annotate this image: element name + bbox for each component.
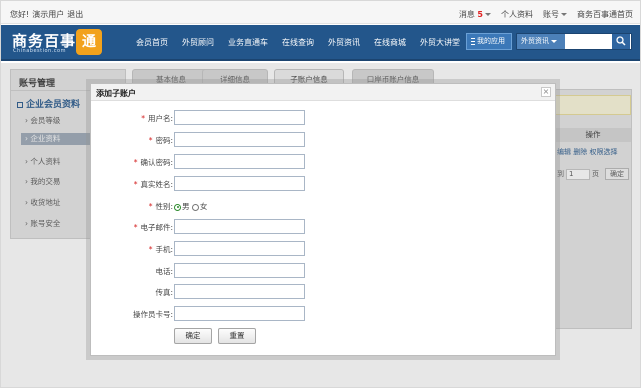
- confirm-button[interactable]: 确定: [174, 328, 212, 344]
- site-logo[interactable]: 商务百事 Chinabestion.com 通: [12, 29, 102, 56]
- username-input[interactable]: [174, 110, 305, 125]
- close-icon[interactable]: ×: [541, 87, 551, 97]
- form-row-confirm-password: * 确认密码:: [91, 154, 555, 170]
- gender-male-option[interactable]: 男: [174, 202, 190, 211]
- label-text: 确认密码:: [140, 158, 173, 167]
- logo-domain: Chinabestion.com: [13, 48, 66, 54]
- main-header: 商务百事 Chinabestion.com 通 会员首页 外贸顾问 业务直通车 …: [0, 25, 641, 61]
- chevron-down-icon: [485, 13, 491, 16]
- my-apps-button[interactable]: 我的应用: [466, 33, 512, 50]
- messages-label: 消息: [458, 10, 475, 19]
- email-label: * 电子邮件:: [134, 222, 173, 233]
- required-mark: *: [148, 202, 153, 211]
- top-links: 消息 5 个人资料 账号 商务百事通首页: [459, 10, 633, 20]
- label-text: 手机:: [155, 245, 173, 254]
- label-text: 性别:: [155, 202, 173, 211]
- chevron-down-icon: [561, 13, 567, 16]
- profile-link[interactable]: 个人资料: [501, 10, 533, 20]
- search-box[interactable]: 外贸资讯: [516, 33, 632, 50]
- homepage-link[interactable]: 商务百事通首页: [577, 10, 633, 20]
- radio-unchecked-icon: [191, 203, 199, 211]
- logout-link[interactable]: 退出: [67, 10, 83, 19]
- radio-checked-icon: [174, 203, 181, 211]
- gender-male-label: 男: [182, 202, 190, 211]
- operator-card-input[interactable]: [174, 306, 305, 321]
- messages-count: 5: [477, 10, 483, 19]
- label-text: 用户名:: [147, 114, 173, 123]
- required-mark: *: [148, 245, 153, 254]
- real-name-input[interactable]: [174, 176, 305, 191]
- chevron-down-icon: [551, 39, 557, 43]
- password-input[interactable]: [174, 132, 305, 147]
- confirm-password-label: * 确认密码:: [134, 157, 173, 168]
- messages-link[interactable]: 消息 5: [459, 10, 491, 20]
- add-sub-account-dialog: 添加子账户 × * 用户名: * 密码: * 确认密码: * 真实姓名: * 性别: 男 …: [90, 83, 556, 356]
- search-category-select[interactable]: 外贸资讯: [517, 34, 565, 49]
- greeting-text: 您好!: [10, 10, 30, 19]
- required-mark: *: [141, 114, 145, 123]
- label-text: 传真:: [155, 288, 173, 297]
- mobile-label: * 手机:: [149, 244, 173, 255]
- label-text: 电子邮件:: [140, 223, 173, 232]
- gender-radio-group: 男 女: [174, 201, 207, 212]
- dialog-title: 添加子账户: [96, 89, 136, 98]
- required-mark: *: [148, 136, 153, 145]
- greeting: 您好! 演示用户 退出: [10, 10, 86, 20]
- nav-item-business-express[interactable]: 业务直通车: [228, 38, 268, 48]
- logo-badge: 通: [76, 29, 102, 55]
- fax-input[interactable]: [174, 284, 305, 299]
- label-text: 真实姓名:: [140, 180, 173, 189]
- operator-card-label: 操作员卡号:: [133, 309, 173, 320]
- form-row-email: * 电子邮件:: [91, 219, 555, 235]
- label-text: 操作员卡号:: [132, 310, 173, 319]
- form-row-username: * 用户名:: [91, 110, 555, 126]
- top-utility-bar: 您好! 演示用户 退出 消息 5 个人资料 账号 商务百事通首页: [0, 0, 641, 24]
- nav-item-member-home[interactable]: 会员首页: [136, 38, 168, 48]
- email-input[interactable]: [174, 219, 305, 234]
- search-category-label: 外贸资讯: [521, 37, 549, 45]
- search-button[interactable]: [612, 34, 630, 49]
- nav-item-trade-lecture[interactable]: 外贸大讲堂: [420, 38, 460, 48]
- nav-item-trade-advisor[interactable]: 外贸顾问: [182, 38, 214, 48]
- gender-female-option[interactable]: 女: [191, 202, 208, 211]
- label-text: 密码:: [155, 136, 173, 145]
- search-icon: [616, 36, 626, 46]
- form-row-fax: 传真:: [91, 284, 555, 300]
- phone-input[interactable]: [174, 263, 305, 278]
- dialog-header: 添加子账户 ×: [91, 84, 555, 101]
- required-mark: *: [133, 158, 138, 167]
- phone-label: 电话:: [155, 266, 173, 277]
- form-row-password: * 密码:: [91, 132, 555, 148]
- username-label: * 用户名:: [141, 113, 173, 124]
- mobile-input[interactable]: [174, 241, 305, 256]
- real-name-label: * 真实姓名:: [134, 179, 173, 190]
- user-name[interactable]: 演示用户: [32, 10, 64, 19]
- form-row-gender: * 性别: 男 女: [91, 198, 555, 214]
- account-label: 账号: [543, 10, 559, 19]
- required-mark: *: [133, 180, 138, 189]
- label-text: 电话:: [155, 267, 173, 276]
- account-menu[interactable]: 账号: [543, 10, 567, 20]
- required-mark: *: [133, 223, 138, 232]
- main-nav: 会员首页 外贸顾问 业务直通车 在线查询 外贸资讯 在线商城 外贸大讲堂: [136, 38, 460, 48]
- my-apps-label: 我的应用: [477, 37, 505, 45]
- menu-icon: [471, 37, 475, 45]
- form-row-real-name: * 真实姓名:: [91, 176, 555, 192]
- form-row-mobile: * 手机:: [91, 241, 555, 257]
- nav-item-online-mall[interactable]: 在线商城: [374, 38, 406, 48]
- gender-label: * 性别:: [149, 201, 173, 212]
- nav-item-online-query[interactable]: 在线查询: [282, 38, 314, 48]
- password-label: * 密码:: [149, 135, 173, 146]
- form-row-operator-card: 操作员卡号:: [91, 306, 555, 322]
- fax-label: 传真:: [155, 287, 173, 298]
- gender-female-label: 女: [199, 202, 208, 211]
- confirm-password-input[interactable]: [174, 154, 305, 169]
- form-row-phone: 电话:: [91, 263, 555, 279]
- nav-item-trade-news[interactable]: 外贸资讯: [328, 38, 360, 48]
- reset-button[interactable]: 重置: [218, 328, 256, 344]
